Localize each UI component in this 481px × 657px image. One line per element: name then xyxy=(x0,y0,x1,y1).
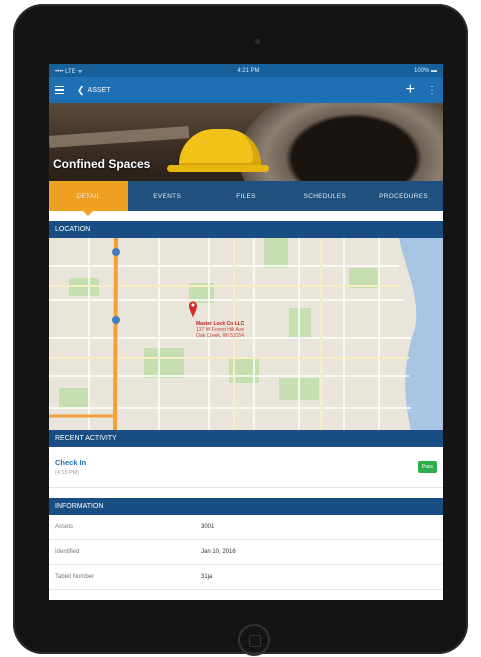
battery-status: 100% ▬ xyxy=(413,67,437,74)
clock: 4:21 PM xyxy=(237,67,260,74)
info-row: Identified Jan 10, 2016 xyxy=(49,540,443,565)
tab-files[interactable]: FILES xyxy=(207,181,286,211)
info-value: Jan 10, 2016 xyxy=(201,549,236,555)
hero-banner: Confined Spaces xyxy=(49,103,443,181)
location-map[interactable]: Master Lock Co LLC 137 W Forest Hill Ave… xyxy=(49,238,443,430)
info-value: 3001 xyxy=(201,524,215,530)
activity-time: (4:15 PM) xyxy=(55,470,80,476)
app-screen: •••• LTE ᯤ 4:21 PM 100% ▬ ❮ ASSET + ⋮ Co… xyxy=(49,64,443,600)
home-button[interactable] xyxy=(238,624,270,656)
info-row: Assets 3001 xyxy=(49,515,443,540)
pin-address-line2: Oak Creek, WI 53154 xyxy=(196,333,245,339)
hamburger-menu-icon[interactable] xyxy=(55,84,67,96)
app-bar: ❮ ASSET + ⋮ xyxy=(49,77,443,103)
recent-activity-header: RECENT ACTIVITY xyxy=(49,430,443,447)
info-label: Tablet Number xyxy=(55,574,95,580)
tab-procedures[interactable]: PROCEDURES xyxy=(364,181,443,211)
back-button[interactable]: ASSET xyxy=(88,87,111,94)
tab-bar: DETAIL EVENTS FILES SCHEDULES PROCEDURES xyxy=(49,181,443,216)
add-icon[interactable]: + xyxy=(406,82,415,98)
camera xyxy=(255,39,260,44)
hard-hat-brim xyxy=(167,165,269,172)
carrier-status: •••• LTE ᯤ xyxy=(55,68,83,75)
activity-title[interactable]: Check In xyxy=(55,458,418,467)
info-label: Identified xyxy=(55,549,80,555)
tab-detail[interactable]: DETAIL xyxy=(49,181,128,216)
info-value: 31ja xyxy=(201,574,213,580)
chevron-left-icon[interactable]: ❮ xyxy=(77,85,85,96)
location-header: LOCATION xyxy=(49,221,443,238)
tab-events[interactable]: EVENTS xyxy=(128,181,207,211)
page-title: Confined Spaces xyxy=(53,157,151,171)
beam-image xyxy=(49,126,190,148)
tab-schedules[interactable]: SCHEDULES xyxy=(285,181,364,211)
status-badge: Pass xyxy=(417,461,437,473)
information-header: INFORMATION xyxy=(49,498,443,515)
more-vertical-icon[interactable]: ⋮ xyxy=(427,85,437,96)
map-graphic xyxy=(49,238,443,430)
activity-item[interactable]: Check In (4:15 PM) Pass xyxy=(49,447,443,488)
tunnel-image xyxy=(239,103,443,181)
map-pin-label[interactable]: Master Lock Co LLC 137 W Forest Hill Ave… xyxy=(196,321,244,339)
info-label: Assets xyxy=(55,524,74,530)
info-row: Tablet Number 31ja xyxy=(49,565,443,590)
status-bar: •••• LTE ᯤ 4:21 PM 100% ▬ xyxy=(49,64,443,77)
